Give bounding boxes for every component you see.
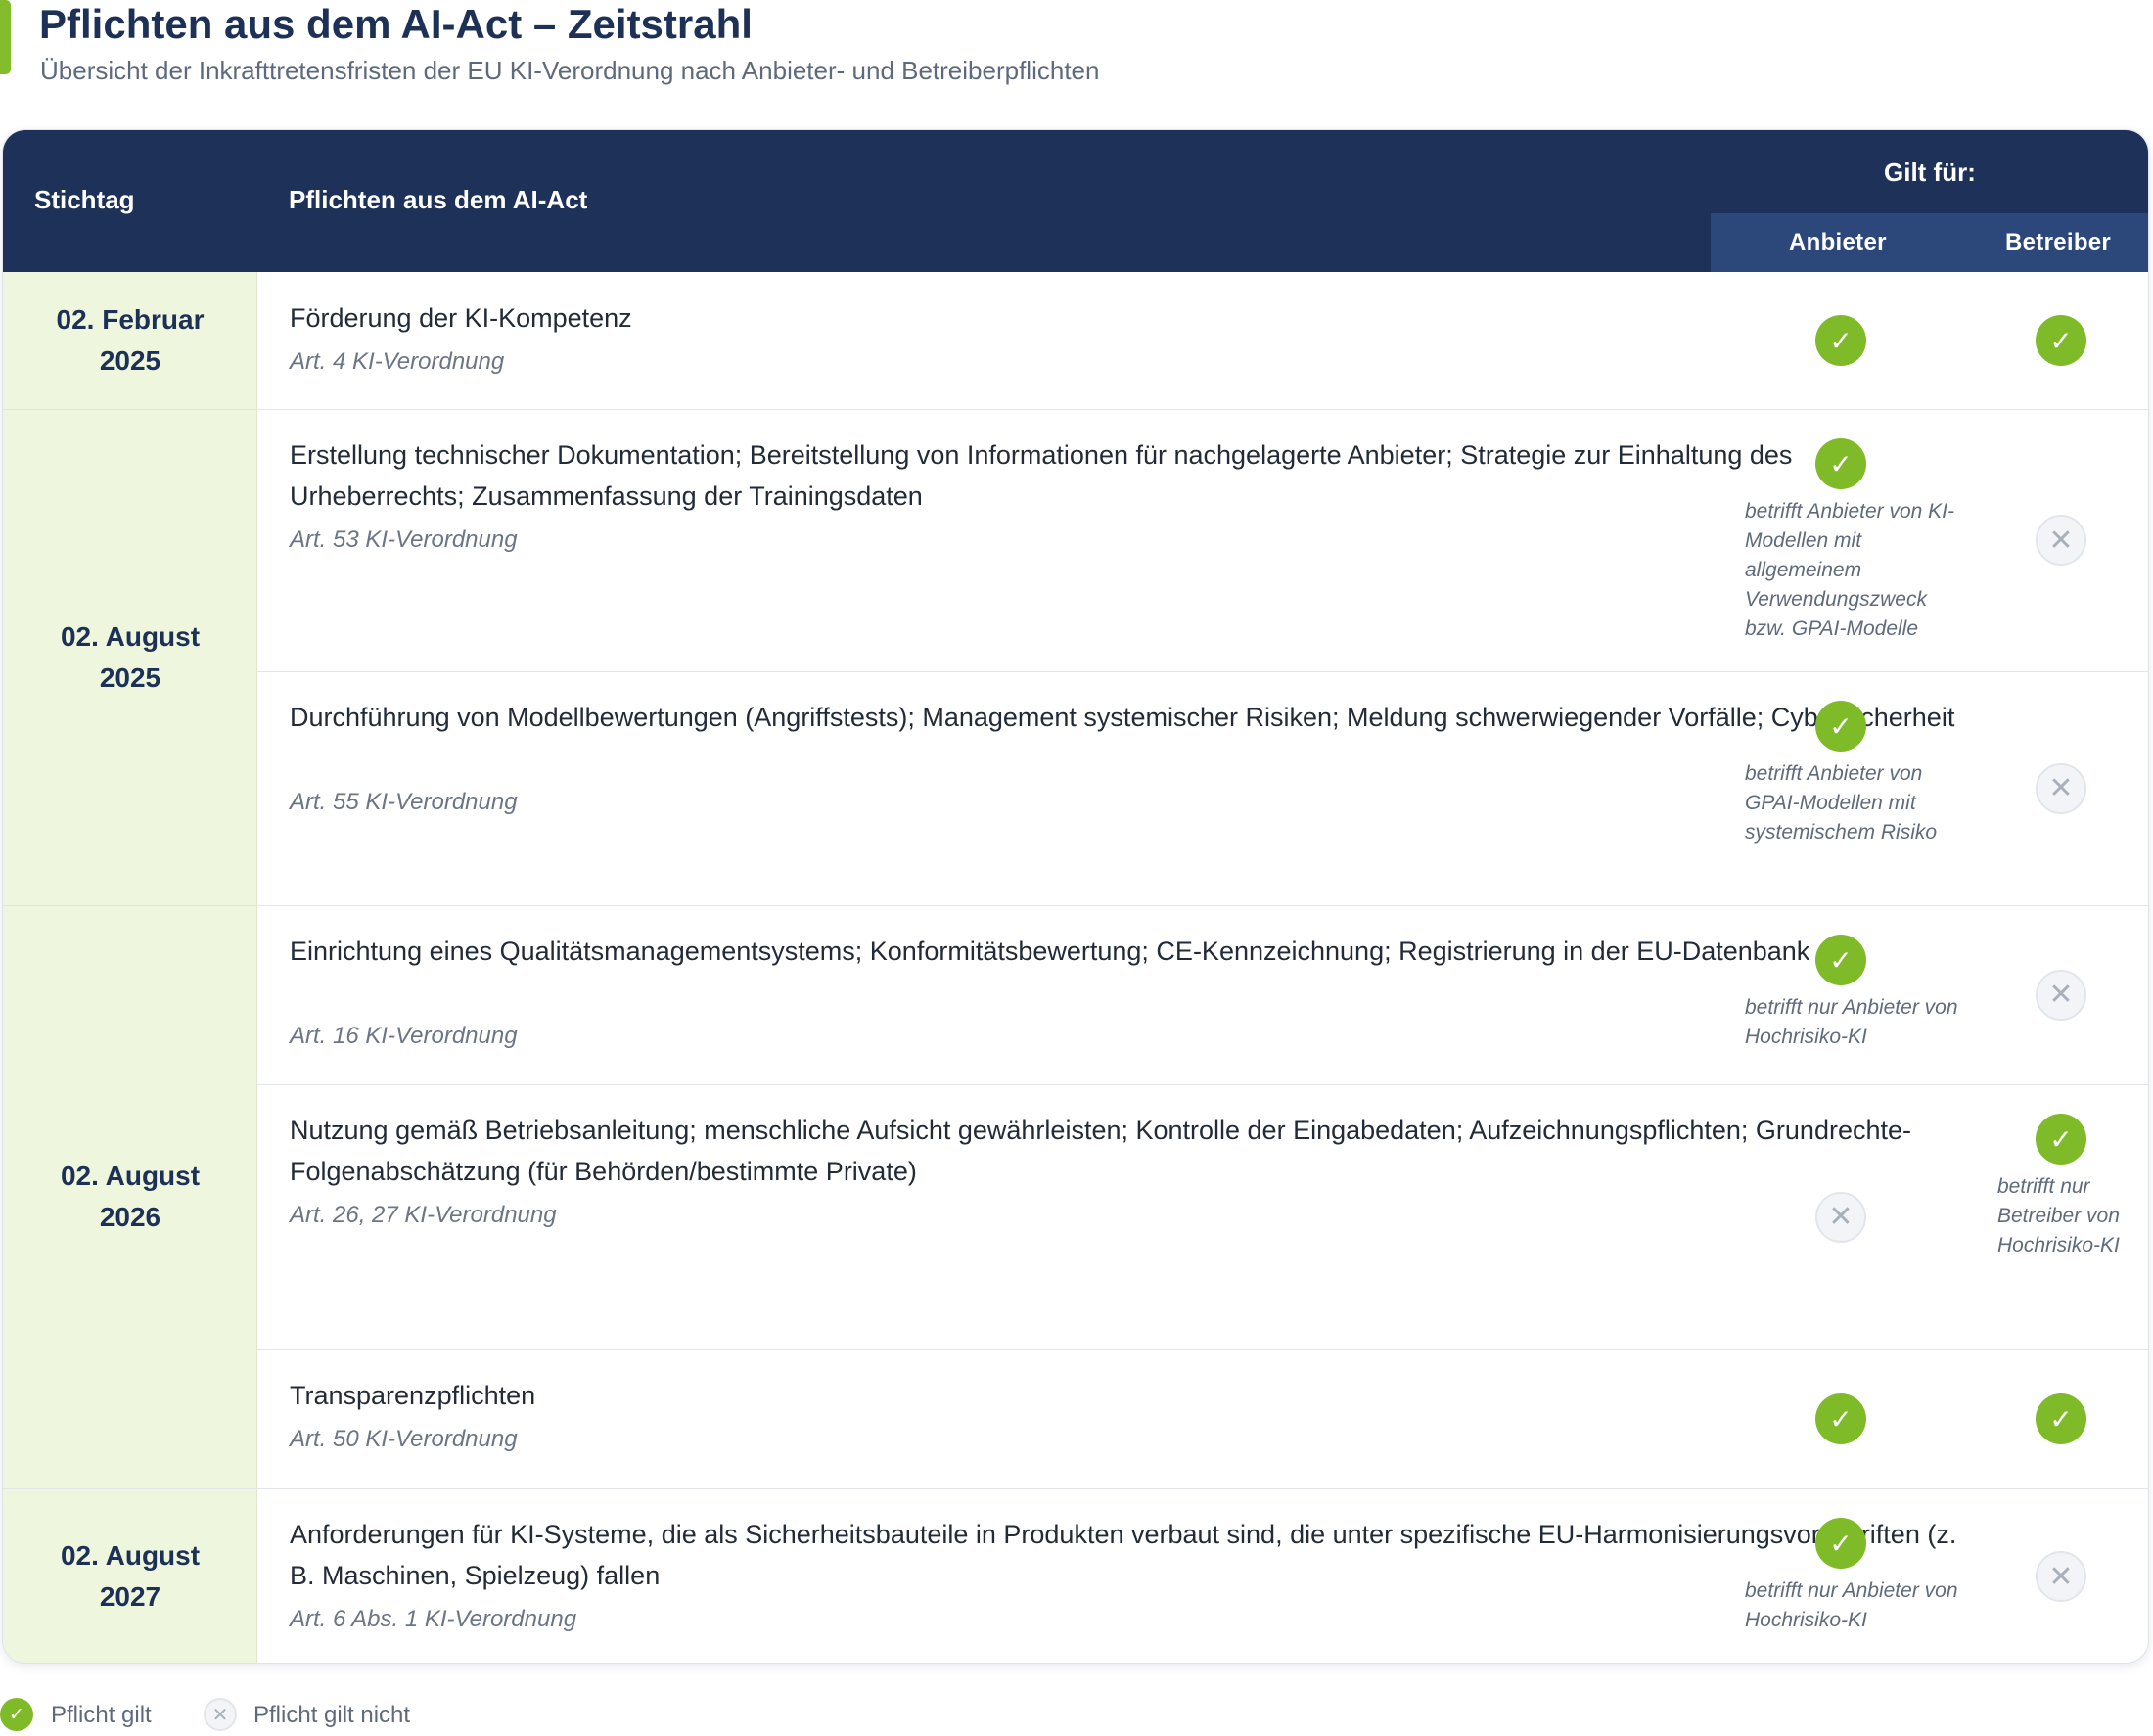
column-header-betreiber: Betreiber xyxy=(2005,229,2112,255)
check-icon: ✓ xyxy=(2036,315,2086,366)
check-icon: ✓ xyxy=(1815,701,1866,752)
cross-icon: ✕ xyxy=(1815,1191,1866,1243)
date-column xyxy=(3,272,257,1663)
column-header-gilt-fuer: Gilt für: xyxy=(1884,158,1976,187)
cross-icon: ✕ xyxy=(2036,515,2086,566)
stichtag-date-line1: 02. August xyxy=(60,1161,201,1191)
check-icon: ✓ xyxy=(2036,1114,2086,1165)
timeline-table: Stichtag Pflichten aus dem AI-Act Gilt f… xyxy=(2,129,2149,1664)
stichtag-date-line1: 02. Februar xyxy=(56,304,205,335)
page: Pflichten aus dem AI-Act – Zeitstrahl Üb… xyxy=(0,0,2153,1736)
check-icon: ✓ xyxy=(1815,438,1866,489)
stichtag-date: 02. August 2025 xyxy=(3,617,257,699)
article-reference: Art. 26, 27 KI-Verordnung xyxy=(290,1202,557,1228)
check-icon: ✓ xyxy=(2036,1393,2086,1444)
table-header: Stichtag Pflichten aus dem AI-Act Gilt f… xyxy=(3,130,2148,272)
legend-label-not-applies: Pflicht gilt nicht xyxy=(253,1702,411,1728)
obligation-text: Förderung der KI-Kompetenz xyxy=(290,303,632,333)
anbieter-note: betrifft Anbieter von GPAI-Modellen mit … xyxy=(1745,762,1938,844)
article-reference: Art. 16 KI-Verordnung xyxy=(290,1023,518,1049)
check-icon: ✓ xyxy=(1815,1393,1866,1444)
article-reference: Art. 55 KI-Verordnung xyxy=(290,789,518,815)
column-header-stichtag: Stichtag xyxy=(34,185,135,214)
page-title: Pflichten aus dem AI-Act – Zeitstrahl xyxy=(39,1,753,47)
stichtag-date: 02. Februar 2025 xyxy=(3,299,257,382)
obligation-text: Durchführung von Modellbewertungen (Angr… xyxy=(290,703,1955,732)
obligation-text: Anforderungen für KI-Systeme, die als Si… xyxy=(290,1520,1957,1590)
legend-label-applies: Pflicht gilt xyxy=(51,1702,152,1728)
check-icon: ✓ xyxy=(1815,315,1866,366)
stichtag-date: 02. August 2026 xyxy=(3,1156,257,1238)
article-reference: Art. 50 KI-Verordnung xyxy=(290,1426,518,1452)
column-header-anbieter: Anbieter xyxy=(1789,229,1887,255)
article-reference: Art. 4 KI-Verordnung xyxy=(290,348,505,375)
stichtag-date-line1: 02. August xyxy=(60,1540,201,1571)
anbieter-note: betrifft nur Anbieter von Hochrisiko-KI xyxy=(1745,996,1958,1048)
cross-icon: ✕ xyxy=(2036,1551,2086,1602)
legend-check-icon: ✓ xyxy=(0,1698,33,1731)
obligation-text: Einrichtung eines Qualitätsmanagementsys… xyxy=(290,937,1810,966)
obligation-text: Erstellung technischer Dokumentation; Be… xyxy=(290,440,1793,511)
check-icon: ✓ xyxy=(1815,1518,1866,1569)
stichtag-date-line2: 2027 xyxy=(99,1581,161,1612)
check-icon: ✓ xyxy=(1815,935,1866,985)
obligation-text: Transparenzpflichten xyxy=(290,1381,536,1410)
legend-cross-icon: ✕ xyxy=(204,1698,237,1731)
article-reference: Art. 53 KI-Verordnung xyxy=(290,526,518,553)
anbieter-note: betrifft nur Anbieter von Hochrisiko-KI xyxy=(1745,1579,1958,1631)
page-subtitle: Übersicht der Inkrafttretensfristen der … xyxy=(40,56,1100,85)
article-reference: Art. 6 Abs. 1 KI-Verordnung xyxy=(290,1606,577,1632)
obligation-text: Nutzung gemäß Betriebsanleitung; menschl… xyxy=(290,1116,1911,1186)
cross-icon: ✕ xyxy=(2036,969,2086,1021)
stichtag-date-line2: 2025 xyxy=(99,345,161,376)
stichtag-date-line2: 2025 xyxy=(99,662,161,693)
stichtag-date-line2: 2026 xyxy=(99,1202,161,1232)
title-accent-bar xyxy=(0,0,11,74)
cross-icon: ✕ xyxy=(2036,762,2086,814)
betreiber-note: betrifft nur Betreiber von Hochrisiko-KI xyxy=(1997,1175,2120,1256)
stichtag-date-line1: 02. August xyxy=(60,620,201,652)
stichtag-date: 02. August 2027 xyxy=(3,1535,257,1618)
anbieter-note: betrifft Anbieter von KI-Modellen mit al… xyxy=(1745,500,1954,640)
column-header-pflichten: Pflichten aus dem AI-Act xyxy=(289,185,588,214)
